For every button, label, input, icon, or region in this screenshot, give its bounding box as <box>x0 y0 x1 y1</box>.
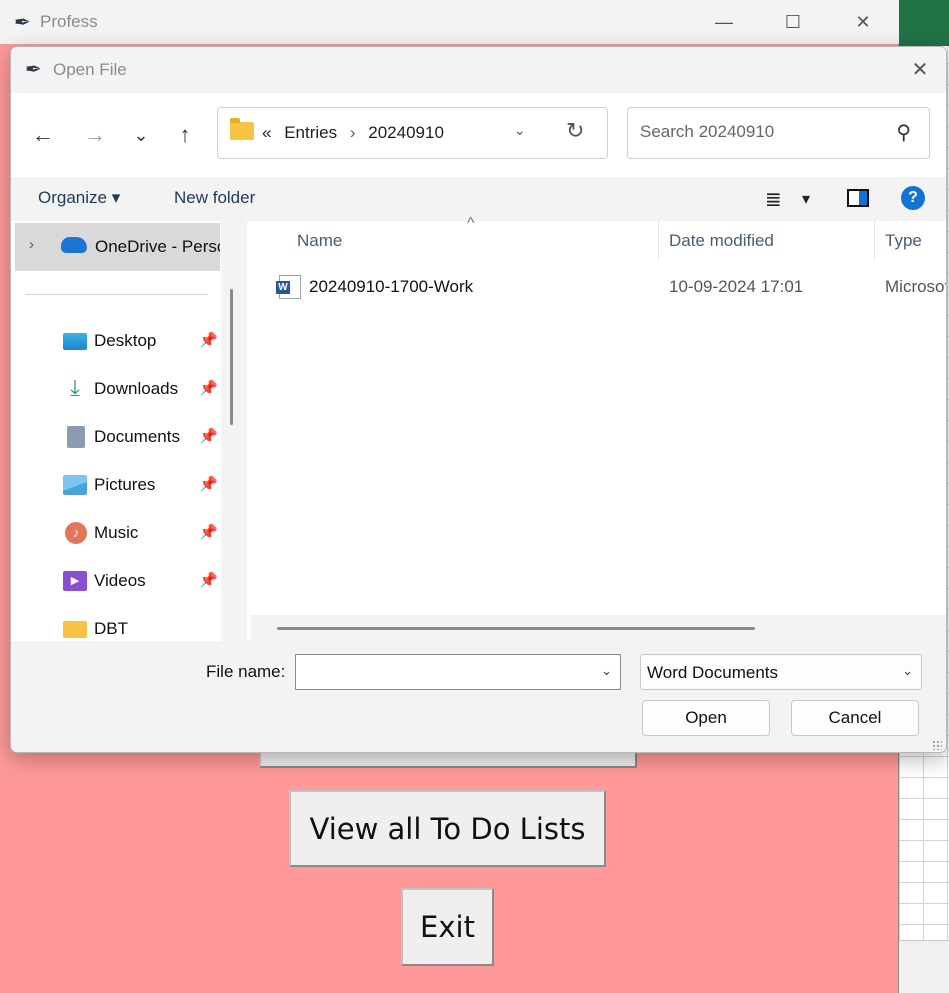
nav-item-label: Pictures <box>94 475 156 494</box>
nav-item-desktop[interactable]: Desktop 📌 <box>59 327 229 357</box>
view-dropdown-icon[interactable]: ▾ <box>802 189 810 209</box>
breadcrumb-separator: › <box>349 123 356 142</box>
search-input[interactable] <box>640 122 880 142</box>
maximize-button[interactable]: ☐ <box>770 8 816 36</box>
column-header-name[interactable]: Name <box>297 231 342 251</box>
videos-icon: ▶ <box>63 571 87 591</box>
nav-item-videos[interactable]: ▶ Videos 📌 <box>59 567 229 597</box>
nav-divider <box>26 294 208 295</box>
file-date-modified: 10-09-2024 17:01 <box>669 277 804 296</box>
nav-item-downloads[interactable]: ⤓ Downloads 📌 <box>59 375 229 405</box>
horizontal-scrollbar-thumb[interactable] <box>277 627 755 630</box>
nav-item-label: Desktop <box>94 331 157 350</box>
open-file-dialog: ✒ Open File ✕ ← → ⌄ ↑ « Entries › 202409… <box>10 46 947 753</box>
nav-item-documents[interactable]: Documents 📌 <box>59 423 229 453</box>
exit-button[interactable]: Exit <box>401 888 494 966</box>
refresh-icon[interactable]: ↻ <box>566 118 584 144</box>
close-button[interactable]: ✕ <box>840 8 886 36</box>
file-list-pane: ^ Name Date modified Type 20240910-1700-… <box>247 215 946 641</box>
column-header-type[interactable]: Type <box>885 231 922 251</box>
file-name-field[interactable]: ⌄ <box>295 654 621 690</box>
download-icon: ⤓ <box>70 375 80 400</box>
file-type: Microsoft Word Document <box>885 277 946 296</box>
dialog-title: Open File <box>53 60 127 79</box>
main-title-bar[interactable]: ✒ Profess — ☐ ✕ <box>0 0 899 44</box>
file-name-label: File name: <box>206 662 286 681</box>
nav-item-label: Downloads <box>94 379 179 398</box>
chevron-down-icon[interactable]: ⌄ <box>601 663 612 679</box>
pin-icon[interactable]: 📌 <box>199 475 218 493</box>
nav-item-onedrive[interactable]: › OneDrive - Personal <box>15 223 220 271</box>
chevron-right-icon[interactable]: › <box>29 236 34 253</box>
background-app-header <box>899 0 949 46</box>
background-app-footer <box>899 940 949 993</box>
navigation-pane: › OneDrive - Personal Desktop 📌 ⤓ Downlo… <box>11 221 247 641</box>
file-name: 20240910-1700-Work <box>309 277 474 296</box>
dialog-title-bar[interactable]: ✒ Open File ✕ <box>11 47 946 93</box>
nav-item-music[interactable]: ♪ Music 📌 <box>59 519 229 549</box>
feather-icon: ✒ <box>25 59 42 81</box>
pictures-icon <box>63 475 87 495</box>
search-box[interactable]: ⚲ <box>627 107 930 159</box>
cancel-button[interactable]: Cancel <box>791 700 919 736</box>
pin-icon[interactable]: 📌 <box>199 379 218 397</box>
search-icon[interactable]: ⚲ <box>896 120 911 145</box>
up-arrow-icon[interactable]: ↑ <box>167 117 203 153</box>
nav-item-label: OneDrive - Personal <box>95 237 220 256</box>
organize-button[interactable]: Organize ▾ <box>38 188 120 208</box>
minimize-button[interactable]: — <box>701 8 747 36</box>
nav-item-pictures[interactable]: Pictures 📌 <box>59 471 229 501</box>
pin-icon[interactable]: 📌 <box>199 427 218 445</box>
feather-icon: ✒ <box>14 12 31 34</box>
column-separator[interactable] <box>874 221 875 259</box>
breadcrumb-entries[interactable]: Entries <box>284 123 337 142</box>
address-bar[interactable]: « Entries › 20240910 ⌄ ↻ <box>217 107 608 159</box>
onedrive-cloud-icon <box>61 237 87 253</box>
nav-item-label: Videos <box>94 571 146 590</box>
nav-item-label: DBT <box>94 619 128 638</box>
column-header-date-modified[interactable]: Date modified <box>669 231 774 251</box>
resize-grip-icon[interactable] <box>932 740 942 750</box>
dialog-bottom-bar: File name: ⌄ Word Documents ⌄ Open Cance… <box>11 641 946 752</box>
pin-icon[interactable]: 📌 <box>199 571 218 589</box>
open-button[interactable]: Open <box>642 700 770 736</box>
sort-ascending-icon: ^ <box>467 215 475 232</box>
documents-icon <box>67 426 85 448</box>
navigation-bar: ← → ⌄ ↑ « Entries › 20240910 ⌄ ↻ ⚲ <box>11 93 946 177</box>
desktop-icon <box>63 333 87 350</box>
back-arrow-icon[interactable]: ← <box>25 117 61 153</box>
nav-item-label: Documents <box>94 427 180 446</box>
help-icon[interactable]: ? <box>901 186 925 210</box>
file-row[interactable]: 20240910-1700-Work 10-09-2024 17:01 Micr… <box>267 271 946 303</box>
breadcrumb-overflow[interactable]: « <box>262 123 271 142</box>
word-document-icon <box>276 275 301 299</box>
view-all-todo-lists-button[interactable]: View all To Do Lists <box>289 790 606 867</box>
forward-arrow-icon[interactable]: → <box>77 117 113 153</box>
file-type-value: Word Documents <box>647 663 779 682</box>
horizontal-scrollbar-track[interactable] <box>251 615 946 641</box>
music-icon: ♪ <box>65 522 87 544</box>
nav-item-label: Music <box>94 523 139 542</box>
breadcrumb-20240910[interactable]: 20240910 <box>368 123 444 142</box>
chevron-down-icon[interactable]: ⌄ <box>514 122 526 139</box>
preview-pane-icon[interactable] <box>847 189 869 207</box>
pin-icon[interactable]: 📌 <box>199 523 218 541</box>
nav-scrollbar-thumb[interactable] <box>230 289 233 425</box>
view-list-icon[interactable]: ≣ <box>765 187 782 212</box>
dialog-close-button[interactable]: ✕ <box>900 55 940 85</box>
breadcrumb: « Entries › 20240910 <box>262 123 452 143</box>
command-bar: Organize ▾ New folder ≣ ▾ ? <box>11 177 946 221</box>
main-window-title: Profess <box>40 12 98 31</box>
recent-locations-icon[interactable]: ⌄ <box>123 117 159 153</box>
column-separator[interactable] <box>658 221 659 259</box>
new-folder-button[interactable]: New folder <box>174 188 255 208</box>
file-type-select[interactable]: Word Documents ⌄ <box>640 654 922 690</box>
chevron-down-icon[interactable]: ⌄ <box>902 663 913 679</box>
folder-icon <box>230 118 254 140</box>
folder-icon <box>63 621 87 638</box>
pin-icon[interactable]: 📌 <box>199 331 218 349</box>
